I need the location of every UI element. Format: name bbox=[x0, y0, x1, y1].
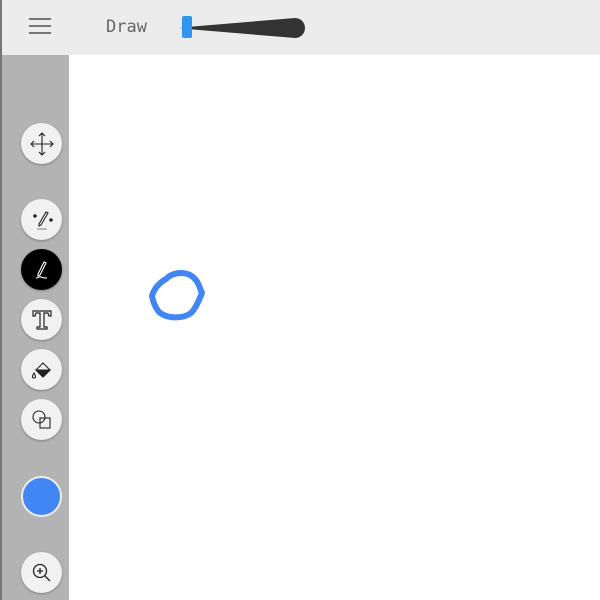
app-title: Draw bbox=[106, 17, 147, 37]
draw-tool-button[interactable] bbox=[21, 249, 62, 290]
shapes-tool-button[interactable] bbox=[21, 399, 62, 440]
zoom-button[interactable] bbox=[21, 552, 62, 593]
color-picker-button[interactable] bbox=[21, 476, 62, 517]
sidebar bbox=[0, 55, 69, 600]
hamburger-icon[interactable] bbox=[29, 18, 51, 36]
text-tool-button[interactable] bbox=[21, 299, 62, 340]
magic-draw-tool-button[interactable] bbox=[21, 199, 62, 240]
drawing-canvas[interactable] bbox=[69, 55, 600, 600]
zoom-in-icon bbox=[32, 563, 50, 581]
text-icon bbox=[31, 309, 52, 330]
move-tool-button[interactable] bbox=[21, 123, 62, 164]
pencil-icon bbox=[35, 260, 47, 279]
paint-bucket-icon bbox=[31, 361, 51, 379]
top-bar: Draw bbox=[0, 0, 600, 55]
drawn-circle-stroke bbox=[149, 270, 205, 321]
brush-size-slider[interactable] bbox=[177, 14, 309, 42]
fill-tool-button[interactable] bbox=[21, 349, 62, 390]
magic-pencil-icon bbox=[32, 210, 53, 230]
slider-handle[interactable] bbox=[182, 16, 192, 38]
shapes-icon bbox=[31, 409, 51, 429]
move-arrows-icon bbox=[29, 131, 54, 156]
